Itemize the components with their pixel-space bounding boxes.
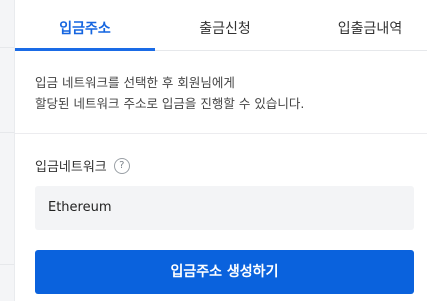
create-deposit-address-button[interactable]: 입금주소 생성하기 bbox=[35, 250, 414, 294]
tab-bar: 입금주소 출금신청 입출금내역 bbox=[15, 0, 427, 51]
network-select[interactable]: Ethereum bbox=[35, 186, 414, 230]
left-strip-divider bbox=[0, 264, 14, 265]
network-label-row: 입금네트워크 ? bbox=[35, 156, 130, 175]
section-divider bbox=[15, 133, 427, 134]
tab-withdraw-request[interactable]: 출금신청 bbox=[155, 0, 295, 50]
deposit-panel: 입금주소 출금신청 입출금내역 입금 네트워크를 선택한 후 회원님에게 할당된… bbox=[14, 0, 427, 301]
active-tab-indicator bbox=[15, 48, 155, 51]
tab-deposit-address[interactable]: 입금주소 bbox=[15, 0, 155, 50]
left-background-strip bbox=[0, 0, 14, 301]
question-circle-icon[interactable]: ? bbox=[113, 157, 130, 174]
left-strip-divider bbox=[0, 47, 14, 48]
description-text: 입금 네트워크를 선택한 후 회원님에게 할당된 네트워크 주소로 입금을 진행… bbox=[35, 72, 415, 114]
description-line-2: 할당된 네트워크 주소로 입금을 진행할 수 있습니다. bbox=[35, 96, 305, 111]
network-label: 입금네트워크 bbox=[35, 160, 107, 175]
description-line-1: 입금 네트워크를 선택한 후 회원님에게 bbox=[35, 75, 235, 90]
left-strip-divider bbox=[0, 132, 14, 133]
tab-transaction-history[interactable]: 입출금내역 bbox=[295, 0, 427, 50]
